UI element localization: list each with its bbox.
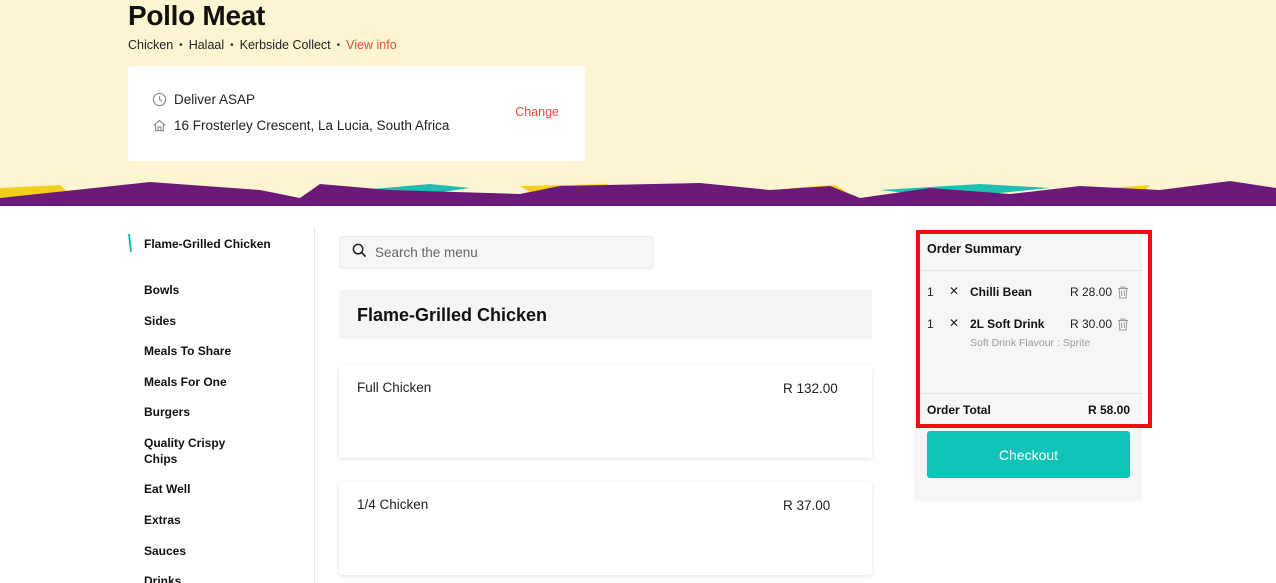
separator-dot: •	[336, 39, 341, 51]
sidebar-item-sauces[interactable]: Sauces	[144, 543, 294, 559]
delivery-time: Deliver ASAP	[174, 92, 256, 107]
sidebar-item-bowls[interactable]: Bowls	[144, 282, 294, 298]
search-input[interactable]	[375, 245, 635, 260]
separator-dot: •	[230, 39, 234, 51]
menu-item-price: R 132.00	[783, 381, 838, 396]
menu-item-price: R 37.00	[783, 498, 831, 513]
menu-item-card[interactable]: 1/4 Chicken R 37.00	[339, 482, 872, 575]
store-tag: Chicken	[128, 38, 174, 52]
active-category-indicator	[128, 233, 132, 253]
sidebar-item-drinks[interactable]: Drinks	[144, 573, 294, 583]
separator-dot: •	[179, 39, 183, 51]
menu-item-name: 1/4 Chicken	[357, 497, 429, 512]
menu-section-header: Flame-Grilled Chicken	[339, 290, 872, 339]
store-tags: Chicken • Halaal • Kerbside Collect • Vi…	[128, 38, 397, 52]
search-icon	[352, 243, 367, 263]
sidebar-item-extras[interactable]: Extras	[144, 512, 294, 528]
clock-icon	[152, 92, 167, 107]
delivery-address-row: 16 Frosterley Crescent, La Lucia, South …	[152, 118, 449, 133]
delivery-card: Deliver ASAP 16 Frosterley Crescent, La …	[128, 66, 585, 161]
sidebar-item-meals-for-one[interactable]: Meals For One	[144, 374, 294, 390]
delivery-address: 16 Frosterley Crescent, La Lucia, South …	[174, 118, 450, 133]
store-tag: Halaal	[188, 38, 225, 52]
sidebar-item-quality-crispy-chips[interactable]: Quality Crispy Chips	[144, 435, 234, 467]
store-tag: Kerbside Collect	[239, 38, 331, 52]
menu-search	[339, 236, 654, 269]
store-name: Pollo Meat	[128, 0, 266, 31]
sidebar-item-meals-to-share[interactable]: Meals To Share	[144, 343, 294, 359]
category-sidebar: Flame-Grilled Chicken Bowls Sides Meals …	[128, 226, 315, 583]
decorative-wave-border	[0, 181, 1276, 206]
highlight-box	[916, 230, 1152, 428]
section-title: Flame-Grilled Chicken	[357, 305, 548, 325]
menu-item-card[interactable]: Full Chicken R 132.00	[339, 365, 872, 458]
home-icon	[152, 118, 167, 133]
sidebar-item-burgers[interactable]: Burgers	[144, 404, 294, 420]
sidebar-item-flame-grilled-chicken[interactable]: Flame-Grilled Chicken	[144, 236, 294, 252]
sidebar-item-eat-well[interactable]: Eat Well	[144, 481, 294, 497]
sidebar-item-sides[interactable]: Sides	[144, 313, 294, 329]
change-delivery-button[interactable]: Change	[515, 105, 559, 119]
delivery-time-row: Deliver ASAP	[152, 92, 255, 107]
menu-item-name: Full Chicken	[357, 380, 432, 395]
checkout-button[interactable]: Checkout	[927, 431, 1130, 478]
view-info-link[interactable]: View info	[346, 38, 397, 52]
